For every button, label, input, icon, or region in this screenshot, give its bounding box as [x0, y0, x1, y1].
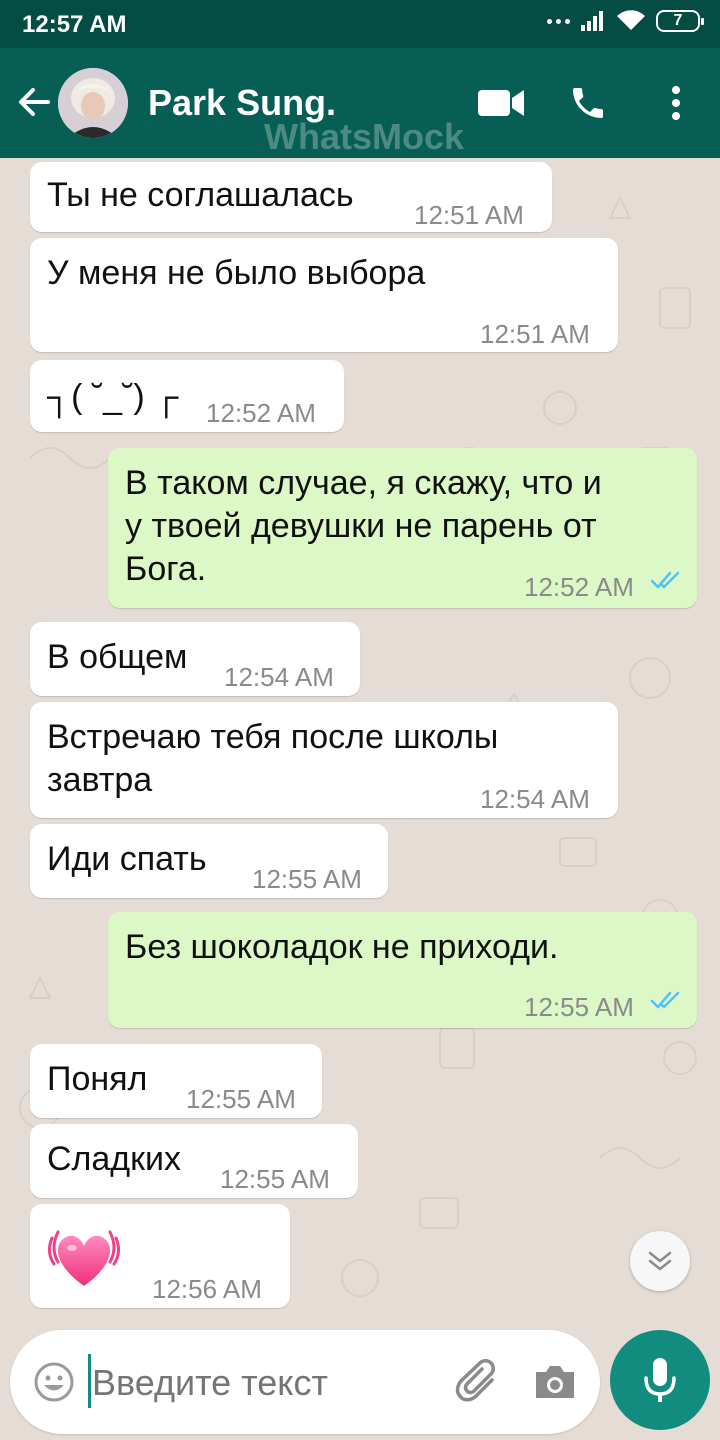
scroll-to-bottom-button[interactable] [630, 1231, 690, 1291]
beating-heart-icon [47, 1230, 121, 1286]
incoming-message[interactable]: Понял 12:55 AM [30, 1044, 322, 1118]
message-text-line: В таком случае, я скажу, что и [125, 464, 602, 502]
message-text-line: у твоей девушки не парень от [125, 507, 597, 545]
incoming-message[interactable]: Сладких 12:55 AM [30, 1124, 358, 1198]
message-text: У меня не было выбора [47, 254, 426, 292]
double-check-icon [650, 571, 680, 589]
message-input-container [10, 1330, 600, 1434]
message-text: Без шоколадок не приходи. [125, 928, 559, 966]
battery-level: 7 [673, 12, 683, 29]
message-time: 12:55 AM [220, 1164, 330, 1194]
message-text: Ты не соглашалась [47, 176, 354, 214]
status-time: 12:57 AM [22, 11, 127, 38]
composer-bar [0, 1330, 720, 1440]
message-input[interactable] [92, 1362, 392, 1404]
message-time: 12:52 AM [206, 398, 316, 428]
message-time: 12:55 AM [186, 1084, 296, 1114]
outgoing-message[interactable]: Без шоколадок не приходи. 12:55 AM [108, 912, 697, 1028]
message-text: Иди спать [47, 840, 207, 878]
text-caret [88, 1354, 91, 1408]
message-time: 12:54 AM [224, 662, 334, 692]
message-time: 12:52 AM [524, 572, 634, 602]
camera-icon[interactable] [532, 1362, 578, 1402]
message-time: 12:55 AM [524, 992, 634, 1022]
message-time: 12:51 AM [414, 200, 524, 230]
message-time: 12:55 AM [252, 864, 362, 894]
microphone-icon [644, 1358, 676, 1402]
double-check-icon [650, 991, 680, 1009]
overflow-menu-button[interactable] [652, 78, 700, 128]
mic-button[interactable] [610, 1330, 710, 1430]
chevron-down-double-icon [648, 1251, 672, 1271]
incoming-message[interactable]: В общем 12:54 AM [30, 622, 360, 696]
chat-header: Park Sung. WhatsMock [0, 48, 720, 158]
more-dots-icon [547, 18, 570, 24]
message-text: Сладких [47, 1140, 182, 1178]
incoming-message[interactable]: ┐( ˘_˘) ┌ 12:52 AM [30, 360, 344, 432]
message-text-line: Бога. [125, 550, 207, 588]
incoming-message[interactable]: Встречаю тебя после школы завтра 12:54 A… [30, 702, 618, 818]
video-call-button[interactable] [476, 78, 526, 128]
status-bar: 12:57 AM 7 [0, 0, 720, 48]
paperclip-icon[interactable] [454, 1358, 502, 1406]
wifi-icon [617, 10, 645, 30]
back-arrow-icon[interactable] [14, 82, 54, 122]
watermark: WhatsMock [264, 116, 465, 157]
incoming-message[interactable]: Ты не соглашалась 12:51 AM [30, 162, 552, 232]
message-text: В общем [47, 638, 188, 676]
message-list[interactable]: Ты не соглашалась 12:51 AM У меня не был… [0, 158, 720, 1330]
incoming-message[interactable]: Иди спать 12:55 AM [30, 824, 388, 898]
voice-call-button[interactable] [563, 78, 613, 128]
phone-icon [573, 88, 603, 118]
message-time: 12:54 AM [480, 784, 590, 814]
message-text: ┐( ˘_˘) ┌ [47, 378, 179, 416]
emoji-icon[interactable] [32, 1360, 76, 1404]
message-text-line: завтра [47, 761, 153, 799]
incoming-message[interactable]: 12:56 AM [30, 1204, 290, 1308]
more-vert-icon [672, 86, 680, 120]
signal-icon [581, 11, 603, 31]
battery-icon: 7 [656, 10, 704, 32]
message-time: 12:56 AM [152, 1274, 262, 1304]
message-text-line: Встречаю тебя после школы [47, 718, 499, 756]
contact-avatar[interactable] [58, 68, 128, 138]
message-time: 12:51 AM [480, 319, 590, 349]
video-camera-icon [478, 90, 524, 116]
status-icons: 7 [547, 10, 704, 32]
message-text: Понял [47, 1060, 148, 1098]
incoming-message[interactable]: У меня не было выбора 12:51 AM [30, 238, 618, 352]
outgoing-message[interactable]: В таком случае, я скажу, что и у твоей д… [108, 448, 697, 608]
